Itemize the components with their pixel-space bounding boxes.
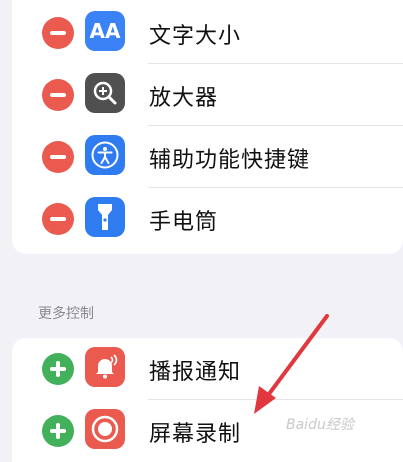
watermark: Baidu经验 [286,417,354,433]
annotation-arrow [254,314,329,414]
